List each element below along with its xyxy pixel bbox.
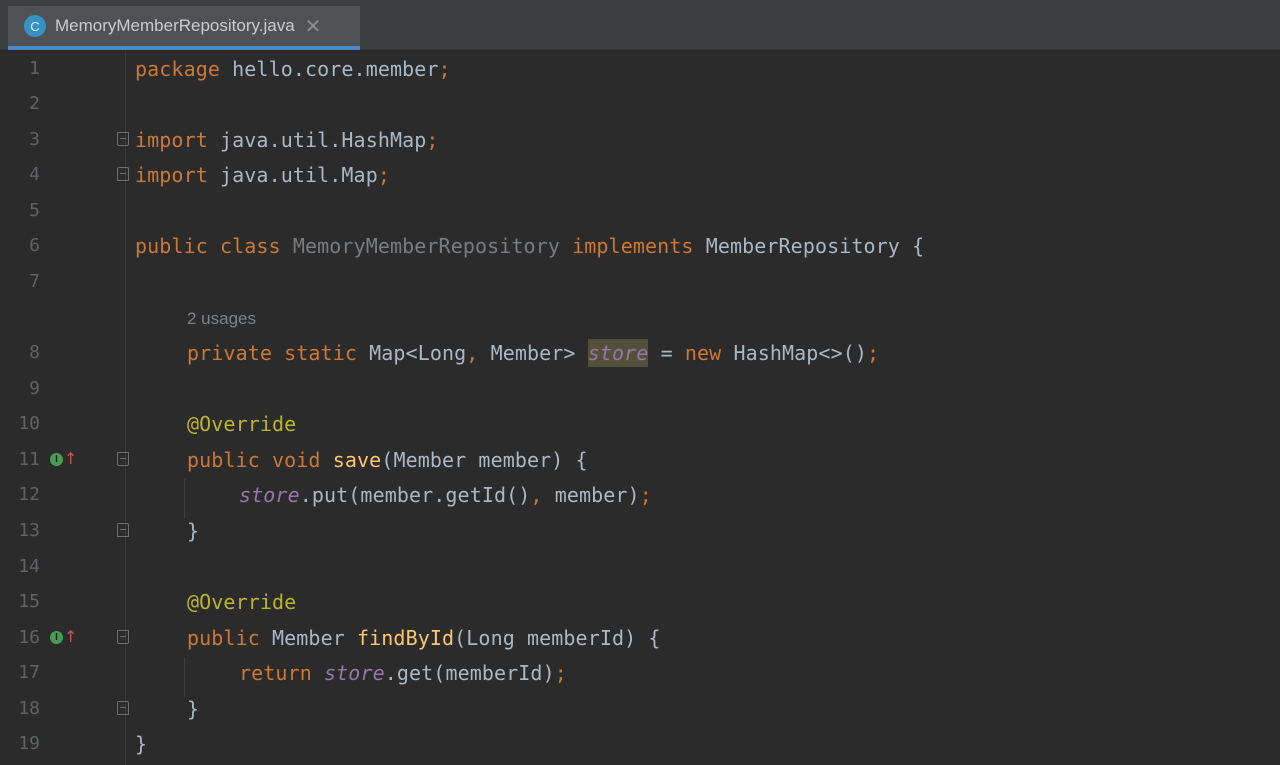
code-text: import java.util.Map; <box>135 163 390 187</box>
code-line[interactable]: 18 } <box>0 692 1280 726</box>
code-line[interactable]: 15 @Override <box>0 585 1280 619</box>
line-number: 11 <box>18 449 40 470</box>
code-text: import java.util.HashMap; <box>135 128 439 152</box>
fold-marker-icon[interactable] <box>117 523 129 537</box>
code-line[interactable]: 14 <box>0 550 1280 584</box>
file-tab[interactable]: C MemoryMemberRepository.java ✕ <box>8 6 360 50</box>
close-icon[interactable]: ✕ <box>305 14 322 39</box>
code-line[interactable]: 13 } <box>0 514 1280 548</box>
code-line[interactable]: 17 return store.get(memberId); <box>0 656 1280 690</box>
line-number: 17 <box>18 662 40 683</box>
code-text: } <box>187 697 200 721</box>
code-text: store.put(member.getId(), member); <box>239 483 652 507</box>
usages-hint[interactable]: 2 usages <box>187 309 256 329</box>
line-number: 14 <box>18 556 40 577</box>
code-text: public class MemoryMemberRepository impl… <box>135 234 925 258</box>
fold-marker-icon[interactable] <box>117 701 129 715</box>
code-line[interactable]: 9 <box>0 372 1280 406</box>
highlighted-identifier: store <box>587 339 649 367</box>
code-line[interactable]: 10 @Override <box>0 407 1280 441</box>
fold-marker-icon[interactable] <box>117 630 129 644</box>
code-line[interactable]: 1 package hello.core.member; <box>0 52 1280 86</box>
code-editor[interactable]: 1 package hello.core.member; 2 3 import … <box>0 50 1280 765</box>
line-number: 7 <box>29 271 40 292</box>
ide-window: C MemoryMemberRepository.java ✕ 1 packag… <box>0 0 1280 765</box>
implementing-method-icon[interactable]: I ↑ <box>50 627 77 646</box>
line-number: 4 <box>29 164 40 185</box>
line-number: 9 <box>29 378 40 399</box>
code-text: public Member findById(Long memberId) { <box>187 626 661 650</box>
line-number: 19 <box>18 733 40 754</box>
code-line[interactable]: 11 I ↑ public void save(Member member) { <box>0 443 1280 477</box>
code-text: } <box>187 519 200 543</box>
line-number: 15 <box>18 591 40 612</box>
line-number: 13 <box>18 520 40 541</box>
code-text: package hello.core.member; <box>135 57 451 81</box>
code-text: private static Map<Long, Member> store =… <box>187 339 880 367</box>
tab-title: MemoryMemberRepository.java <box>55 16 295 35</box>
line-number: 2 <box>29 93 40 114</box>
implementing-method-icon[interactable]: I ↑ <box>50 449 77 468</box>
editor-tab-bar: C MemoryMemberRepository.java ✕ <box>0 0 1280 50</box>
fold-marker-icon[interactable] <box>117 132 129 146</box>
code-line[interactable]: 3 import java.util.HashMap; <box>0 123 1280 157</box>
code-line[interactable]: 19 } <box>0 727 1280 761</box>
line-number: 5 <box>29 200 40 221</box>
code-text: return store.get(memberId); <box>239 661 567 685</box>
fold-marker-icon[interactable] <box>117 452 129 466</box>
code-text: @Override <box>187 590 297 614</box>
line-number: 1 <box>29 58 40 79</box>
code-line[interactable]: 5 <box>0 194 1280 228</box>
code-line[interactable]: 7 <box>0 265 1280 299</box>
code-line[interactable]: 6 public class MemoryMemberRepository im… <box>0 229 1280 263</box>
fold-marker-icon[interactable] <box>117 167 129 181</box>
java-class-icon: C <box>24 15 46 37</box>
code-line[interactable]: 4 import java.util.Map; <box>0 158 1280 192</box>
code-text: } <box>135 732 148 756</box>
code-line[interactable]: 12 store.put(member.getId(), member); <box>0 478 1280 512</box>
line-number: 12 <box>18 484 40 505</box>
line-number: 3 <box>29 129 40 150</box>
line-number: 8 <box>29 342 40 363</box>
code-text: public void save(Member member) { <box>187 448 588 472</box>
line-number: 6 <box>29 235 40 256</box>
line-number: 16 <box>18 627 40 648</box>
line-number: 10 <box>18 413 40 434</box>
code-text: @Override <box>187 412 297 436</box>
code-line[interactable]: 2 <box>0 87 1280 121</box>
code-line[interactable]: 8 private static Map<Long, Member> store… <box>0 336 1280 370</box>
inlay-hint-row: 2 usages <box>0 301 1280 335</box>
line-number: 18 <box>18 698 40 719</box>
code-line[interactable]: 16 I ↑ public Member findById(Long member… <box>0 621 1280 655</box>
